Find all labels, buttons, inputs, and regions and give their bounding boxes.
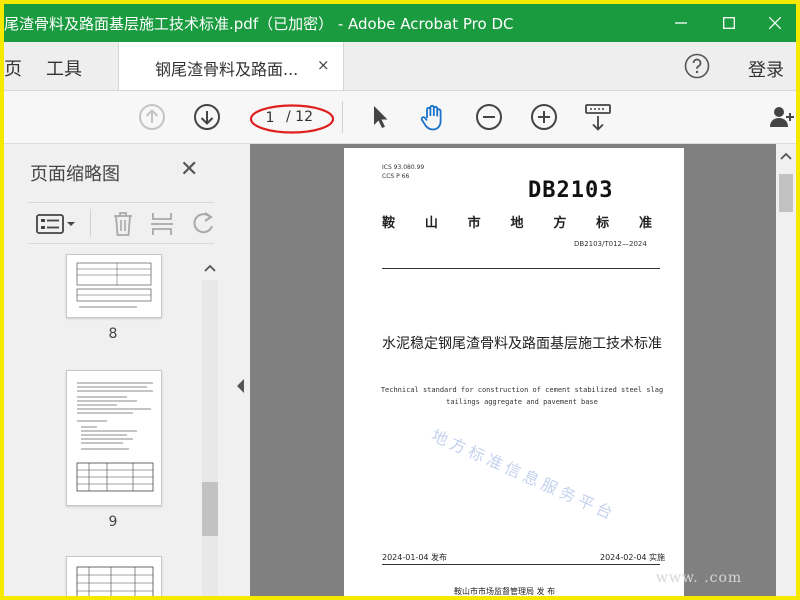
standard-code: DB2103	[528, 178, 614, 203]
tab-close-button[interactable]: ×	[317, 56, 330, 74]
document-view[interactable]: ICS 93.080.99 CCS P 66 DB2103 鞍 山 市 地 方 …	[250, 144, 776, 596]
rotate-page-icon[interactable]	[192, 211, 214, 237]
city-char: 鞍	[382, 216, 396, 231]
login-button[interactable]: 登录	[748, 56, 784, 82]
document-title: 水泥稳定钢尾渣骨料及路面基层施工技术标准	[382, 336, 662, 352]
scroll-up-icon[interactable]	[203, 262, 217, 276]
implementation-date: 2024-02-04 实施	[600, 553, 666, 562]
standard-number: DB2103/T012—2024	[574, 240, 647, 248]
title-bar: 尾渣骨料及路面基层施工技术标准.pdf（已加密） - Adobe Acrobat…	[4, 4, 796, 42]
thumbnail-content	[76, 566, 154, 596]
thumbnail-page[interactable]	[66, 556, 162, 596]
panel-close-button[interactable]: ✕	[180, 157, 198, 182]
toolbar-divider	[342, 101, 343, 133]
collapse-arrow-icon[interactable]	[236, 378, 246, 394]
page-number-box: / 12	[248, 103, 335, 134]
previous-page-icon[interactable]	[138, 103, 166, 131]
zoom-out-icon[interactable]	[475, 103, 503, 131]
extract-page-icon[interactable]	[150, 211, 174, 237]
thumbnail-content	[76, 262, 152, 308]
panel-collapse-strip[interactable]	[230, 144, 250, 596]
options-menu-icon[interactable]	[36, 213, 78, 235]
publisher: 鞍山市市场监督管理局 发 布	[454, 587, 556, 596]
thumbnail-scroll-thumb[interactable]	[202, 482, 218, 536]
ics-code: ICS 93.080.99	[382, 164, 425, 171]
city-char: 标	[596, 216, 610, 231]
ccs-code: CCS P 66	[382, 173, 410, 180]
thumbnail-toolbar	[28, 202, 214, 244]
tab-document-label: 钢尾渣骨料及路面...	[155, 60, 299, 79]
next-page-icon[interactable]	[193, 103, 221, 131]
page-thumbnails-panel: 页面缩略图 ✕ 8 9	[4, 144, 231, 596]
window-title: 尾渣骨料及路面基层施工技术标准.pdf（已加密） - Adobe Acrobat…	[4, 15, 514, 33]
tab-home[interactable]: 页	[4, 55, 22, 81]
footer-rule	[382, 564, 660, 565]
scroll-up-icon[interactable]	[779, 150, 793, 164]
thumbnail-page-number: 9	[108, 514, 118, 530]
delete-page-icon[interactable]	[112, 211, 134, 237]
city-char: 准	[638, 216, 652, 231]
help-icon[interactable]	[684, 53, 710, 79]
city-char: 市	[467, 216, 481, 231]
zoom-in-icon[interactable]	[530, 103, 558, 131]
thumbnail-scrollbar[interactable]	[200, 260, 220, 596]
tab-tools[interactable]: 工具	[46, 55, 82, 81]
acrobat-window: 尾渣骨料及路面基层施工技术标准.pdf（已加密） - Adobe Acrobat…	[4, 4, 796, 596]
thumbnail-scroll-track[interactable]	[202, 280, 218, 596]
watermark-text: 地方标准信息服务平台	[428, 425, 620, 525]
main-toolbar: / 12	[4, 91, 796, 144]
document-scroll-thumb[interactable]	[779, 174, 793, 212]
panel-title: 页面缩略图	[30, 164, 120, 185]
document-page: ICS 93.080.99 CCS P 66 DB2103 鞍 山 市 地 方 …	[344, 148, 684, 596]
scroll-mode-icon[interactable]	[584, 103, 612, 133]
city-standard-heading: 鞍 山 市 地 方 标 准	[382, 212, 652, 231]
header-rule	[382, 268, 660, 269]
minimize-button[interactable]	[658, 4, 704, 42]
tab-bar: 页 工具 钢尾渣骨料及路面... × 登录	[4, 42, 796, 91]
thumbnail-page-number: 8	[108, 326, 118, 342]
hand-tool-icon[interactable]	[418, 103, 448, 133]
corner-watermark: www. .com	[656, 570, 743, 586]
english-title: Technical standard for construction of c…	[380, 386, 664, 406]
maximize-button[interactable]	[706, 4, 752, 42]
page-total: / 12	[286, 109, 313, 125]
city-char: 山	[424, 216, 438, 231]
page-number-input[interactable]	[254, 107, 286, 129]
maximize-icon	[723, 17, 735, 29]
thumbnail-content	[76, 382, 154, 492]
minimize-icon	[675, 22, 687, 24]
thumbnail-page[interactable]	[66, 370, 162, 506]
select-arrow-icon[interactable]	[368, 103, 392, 131]
issue-date: 2024-01-04 发布	[382, 553, 448, 562]
add-user-icon[interactable]	[768, 103, 796, 131]
thumb-divider	[90, 209, 91, 237]
close-window-button[interactable]	[752, 4, 796, 42]
close-icon	[769, 17, 781, 29]
city-char: 地	[510, 216, 524, 231]
tab-document[interactable]: 钢尾渣骨料及路面... ×	[118, 42, 344, 90]
thumbnail-page[interactable]	[66, 254, 162, 318]
document-scrollbar[interactable]	[776, 144, 796, 596]
city-char: 方	[553, 216, 567, 231]
